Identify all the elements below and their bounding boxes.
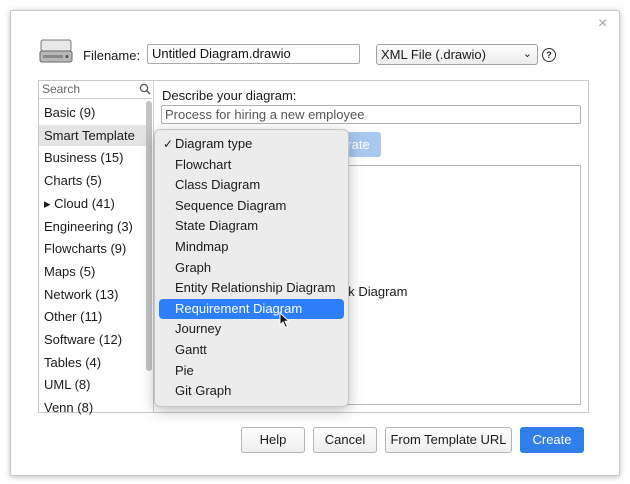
dropdown-option[interactable]: Sequence Diagram (159, 196, 344, 216)
dropdown-option[interactable]: Git Graph (159, 381, 344, 401)
filename-input[interactable]: Untitled Diagram.drawio (147, 44, 360, 64)
preview-partial-text: nk Diagram (341, 284, 408, 299)
sidebar-item[interactable]: Software (12) (39, 329, 146, 350)
close-icon[interactable]: × (598, 16, 607, 32)
create-button[interactable]: Create (520, 427, 584, 453)
describe-input[interactable]: Process for hiring a new employee (161, 105, 581, 124)
dropdown-option[interactable]: Requirement Diagram (159, 298, 344, 319)
dropdown-option[interactable]: State Diagram (159, 216, 344, 236)
sidebar-item[interactable]: Business (15) (39, 147, 146, 168)
dropdown-option[interactable]: Mindmap (159, 237, 344, 257)
sidebar-item[interactable]: Other (11) (39, 306, 146, 327)
search-icon[interactable] (139, 83, 151, 95)
file-format-value: XML File (.drawio) (381, 47, 486, 62)
sidebar-item[interactable]: UML (8) (39, 374, 146, 395)
file-format-select[interactable]: XML File (.drawio) ⌄ (376, 44, 538, 65)
dropdown-option[interactable]: Class Diagram (159, 175, 344, 195)
sidebar-item[interactable]: ▸ Cloud (41) (39, 193, 146, 214)
help-icon[interactable]: ? (542, 48, 556, 62)
cancel-button[interactable]: Cancel (313, 427, 377, 453)
sidebar-item[interactable]: Basic (9) (39, 102, 146, 123)
dropdown-option[interactable]: Pie (159, 361, 344, 381)
filename-label: Filename: (83, 48, 141, 63)
chevron-down-icon: ⌄ (522, 48, 532, 60)
sidebar-item[interactable]: Venn (8) (39, 397, 146, 418)
sidebar-item[interactable]: Flowcharts (9) (39, 238, 146, 259)
help-button[interactable]: Help (241, 427, 305, 453)
drive-icon (39, 39, 73, 63)
dropdown-option[interactable]: Flowchart (159, 155, 344, 175)
pointer-cursor-icon (279, 312, 291, 329)
sidebar-item[interactable]: Charts (5) (39, 170, 146, 191)
sidebar-item[interactable]: Maps (5) (39, 261, 146, 282)
dropdown-option[interactable]: Diagram type (159, 134, 344, 154)
search-input[interactable]: Search (39, 81, 152, 99)
dropdown-option[interactable]: Graph (159, 258, 344, 278)
dropdown-option[interactable]: Entity Relationship Diagram (159, 278, 344, 298)
check-icon: ✓ (163, 137, 174, 151)
sidebar-item[interactable]: Smart Template (39, 124, 146, 146)
sidebar-item[interactable]: Network (13) (39, 284, 146, 305)
sidebar-item[interactable]: Engineering (3) (39, 216, 146, 237)
dropdown-option[interactable]: Journey (159, 319, 344, 339)
from-template-url-button[interactable]: From Template URL (385, 427, 512, 453)
dropdown-option[interactable]: Gantt (159, 340, 344, 360)
sidebar-scrollbar[interactable] (146, 101, 152, 371)
describe-label: Describe your diagram: (162, 88, 297, 103)
sidebar-item[interactable]: Tables (4) (39, 352, 146, 373)
